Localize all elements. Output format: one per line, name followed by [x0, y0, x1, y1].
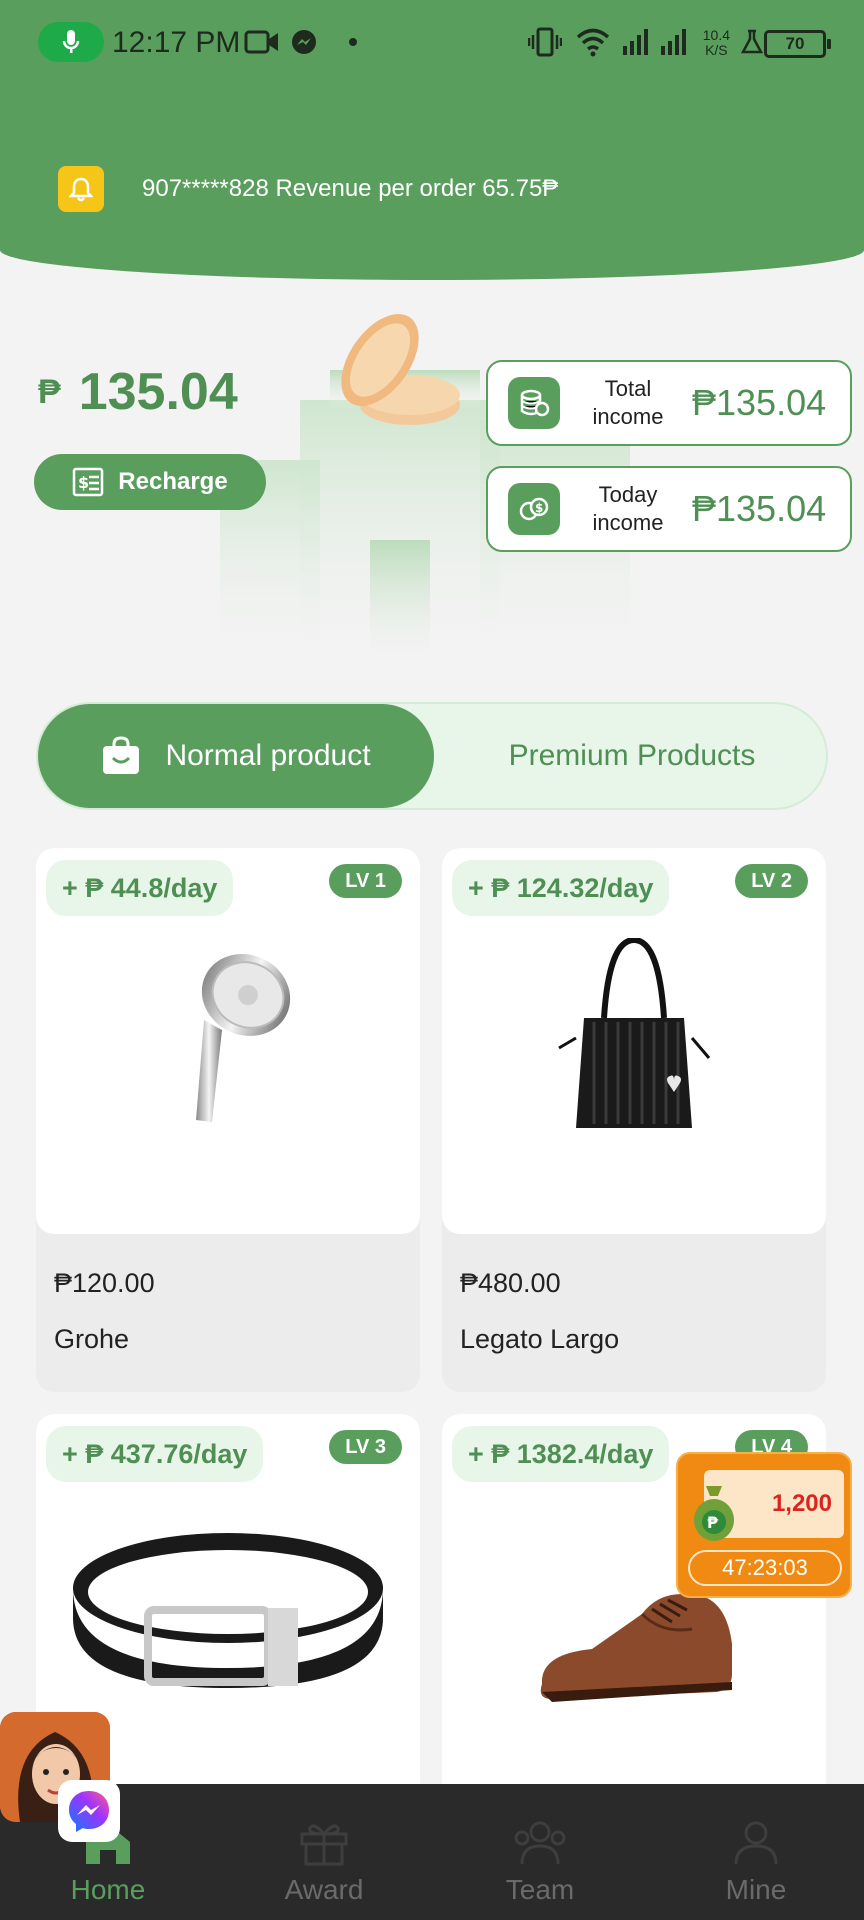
tab-premium-products[interactable]: Premium Products: [438, 704, 826, 808]
shower-head-icon: [196, 954, 291, 1122]
wifi-icon: [576, 24, 610, 60]
today-income-value: ₱135.04: [692, 488, 827, 529]
product-price: ₱120.00: [54, 1268, 155, 1298]
status-bar: 12:17 PM 10.4 K/S 70: [0, 0, 864, 88]
daily-earn-badge: + ₱ 124.32/day: [452, 860, 670, 916]
flask-icon: [740, 24, 764, 60]
product-name: Legato Largo: [460, 1324, 620, 1354]
messenger-icon[interactable]: [58, 1780, 120, 1842]
svg-text:₱: ₱: [707, 1513, 719, 1532]
shopping-bag-icon: [103, 736, 140, 774]
signal-icon-1: [622, 24, 650, 60]
signal-icon-2: [660, 24, 688, 60]
battery-indicator: 70: [764, 30, 831, 58]
money-bag-icon: ₱: [694, 1486, 734, 1541]
net-speed: 10.4 K/S: [703, 28, 730, 58]
svg-text:$: $: [535, 501, 543, 515]
net-speed-unit: K/S: [705, 42, 728, 58]
nav-home-label: Home: [70, 1874, 146, 1905]
total-income-value: ₱135.04: [692, 382, 827, 423]
balance-display: ₱ 135.04: [38, 362, 238, 422]
microphone-icon: [38, 22, 104, 62]
product-tabs: Normal product Premium Products: [36, 702, 828, 810]
handbag-icon: [558, 938, 711, 1128]
product-name: Grohe: [54, 1324, 130, 1354]
nav-team-label: Team: [505, 1874, 575, 1905]
balance-currency: ₱: [38, 372, 61, 411]
daily-earn-badge: + ₱ 437.76/day: [46, 1426, 264, 1482]
nav-team[interactable]: Team: [432, 1784, 648, 1920]
level-badge: LV 2: [735, 864, 808, 898]
daily-earn-badge: + ₱ 1382.4/day: [452, 1426, 670, 1482]
reward-popup[interactable]: 1,200 ₱ 47:23:03: [676, 1452, 852, 1598]
revenue-notice: 907*****828 Revenue per order 65.75₱: [58, 166, 558, 212]
today-income-label-line2: income: [592, 510, 664, 535]
product-card[interactable]: + ₱ 44.8/day LV 1 ₱120.00 Grohe: [36, 848, 420, 1392]
nav-award-label: Award: [284, 1874, 364, 1905]
team-icon: [514, 1821, 566, 1865]
product-card[interactable]: + ₱ 124.32/day LV 2 ₱480.00 Legato Largo: [442, 848, 826, 1392]
receipt-icon: $: [73, 467, 104, 497]
nav-mine[interactable]: Mine: [648, 1784, 864, 1920]
level-badge: LV 3: [329, 1430, 402, 1464]
money-icon: $: [508, 483, 560, 535]
today-income-label: Today income: [568, 481, 688, 537]
total-income-card: Total income ₱135.04: [486, 360, 852, 446]
notice-text: 907*****828 Revenue per order 65.75₱: [142, 175, 559, 202]
reward-timer: 47:23:03: [688, 1550, 842, 1586]
messenger-status-icon: [290, 24, 318, 60]
status-time: 12:17 PM: [112, 26, 241, 59]
total-income-label-line2: income: [592, 404, 664, 429]
total-income-label-line1: Total: [604, 376, 652, 401]
user-icon: [734, 1821, 778, 1865]
bottom-navigation: Home Award Team Mine: [0, 1784, 864, 1920]
net-speed-value: 10.4: [702, 27, 730, 43]
tab-normal-label: Normal product: [165, 739, 371, 772]
coins-stack-icon: [508, 377, 560, 429]
today-income-label-line1: Today: [598, 482, 658, 507]
svg-text:$: $: [78, 473, 89, 492]
belt-icon: [73, 1533, 383, 1688]
daily-earn-badge: + ₱ 44.8/day: [46, 860, 234, 916]
dot-icon: [348, 24, 358, 60]
balance-amount: 135.04: [78, 363, 238, 421]
vibrate-icon: [528, 24, 562, 60]
tab-normal-product[interactable]: Normal product: [38, 704, 434, 808]
gift-icon: [300, 1824, 348, 1866]
bell-icon: [58, 166, 104, 212]
total-income-label: Total income: [568, 375, 688, 431]
tab-premium-label: Premium Products: [508, 739, 756, 772]
today-income-card: $ Today income ₱135.04: [486, 466, 852, 552]
nav-award[interactable]: Award: [216, 1784, 432, 1920]
product-price: ₱480.00: [460, 1268, 561, 1298]
nav-mine-label: Mine: [725, 1874, 787, 1905]
recharge-button[interactable]: $ Recharge: [34, 454, 266, 510]
level-badge: LV 1: [329, 864, 402, 898]
recharge-label: Recharge: [118, 468, 228, 495]
video-camera-icon: [244, 24, 280, 60]
